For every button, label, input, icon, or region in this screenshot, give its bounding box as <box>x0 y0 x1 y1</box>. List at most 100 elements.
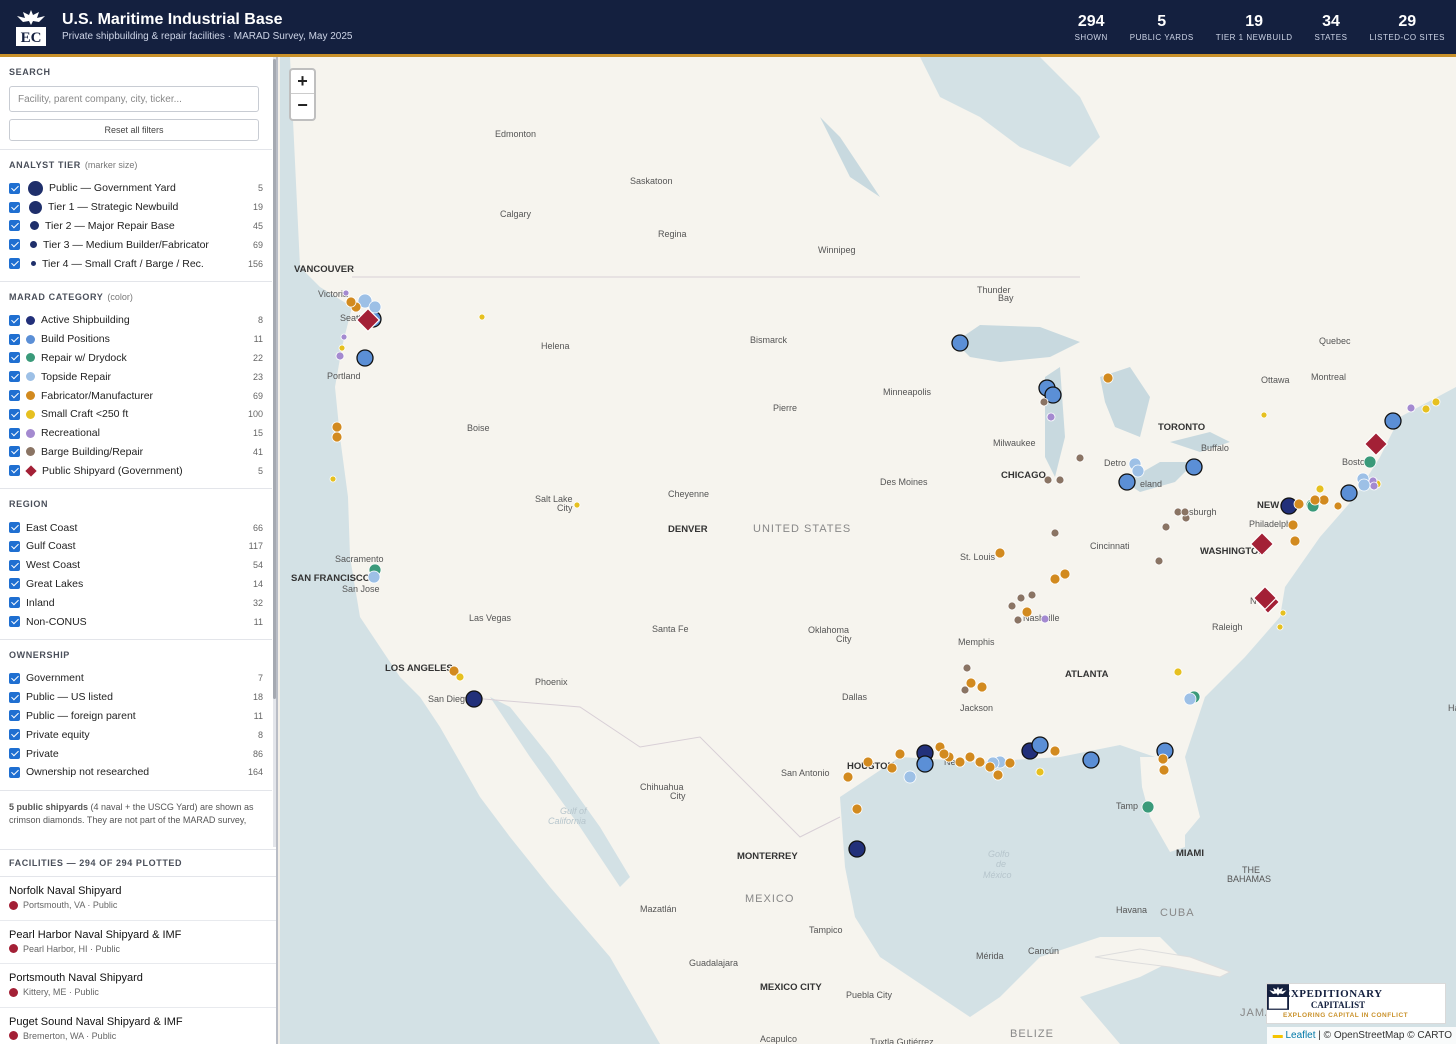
facility-marker[interactable] <box>1357 478 1371 492</box>
facility-marker[interactable] <box>984 761 996 773</box>
cat-filter-item[interactable]: Build Positions 11 <box>9 330 263 349</box>
checkbox-checked-icon[interactable] <box>9 597 20 609</box>
facility-list-item[interactable]: Norfolk Naval Shipyard Portsmouth, VA · P… <box>0 877 276 921</box>
cat-filter-item[interactable]: Recreational 15 <box>9 424 263 443</box>
facility-marker[interactable] <box>994 547 1006 559</box>
tier-filter-tier4[interactable]: Tier 4 — Small Craft / Barge / Rec. 156 <box>9 254 263 273</box>
facility-marker[interactable] <box>1289 535 1301 547</box>
checkbox-checked-icon[interactable] <box>9 691 20 703</box>
facility-marker[interactable] <box>1004 757 1016 769</box>
sidebar-scrollbar-thumb[interactable] <box>273 59 276 699</box>
tier-filter-public[interactable]: Public — Government Yard 5 <box>9 179 263 198</box>
facility-marker[interactable] <box>573 501 581 509</box>
cat-filter-item[interactable]: Barge Building/Repair 41 <box>9 443 263 462</box>
region-filter-item[interactable]: Inland 32 <box>9 593 263 612</box>
facility-marker[interactable] <box>329 475 337 483</box>
facility-marker[interactable] <box>916 755 934 773</box>
facility-marker[interactable] <box>1131 464 1145 478</box>
own-filter-item[interactable]: Private 86 <box>9 744 263 763</box>
facility-marker[interactable] <box>1180 507 1190 517</box>
facility-marker[interactable] <box>974 756 986 768</box>
facility-marker[interactable] <box>1102 372 1114 384</box>
facility-marker[interactable] <box>1046 412 1056 422</box>
facility-marker[interactable] <box>331 421 343 433</box>
facility-marker[interactable] <box>1276 623 1284 631</box>
facility-marker[interactable] <box>1043 475 1053 485</box>
own-filter-item[interactable]: Ownership not researched 164 <box>9 763 263 782</box>
cat-filter-item[interactable]: Repair w/ Drydock 22 <box>9 349 263 368</box>
facility-marker[interactable] <box>335 351 345 361</box>
facility-marker[interactable] <box>1260 411 1268 419</box>
cat-filter-item[interactable]: Public Shipyard (Government) 5 <box>9 461 263 480</box>
facility-marker[interactable] <box>1118 473 1136 491</box>
checkbox-checked-icon[interactable] <box>9 371 20 383</box>
region-filter-item[interactable]: Non-CONUS 11 <box>9 612 263 631</box>
facility-marker[interactable] <box>1049 745 1061 757</box>
checkbox-checked-icon[interactable] <box>9 540 20 552</box>
facility-marker[interactable] <box>1027 590 1037 600</box>
search-input[interactable] <box>9 86 259 112</box>
facility-marker[interactable] <box>1293 498 1305 510</box>
facility-marker[interactable] <box>342 289 350 297</box>
checkbox-checked-icon[interactable] <box>9 710 20 722</box>
facility-marker[interactable] <box>862 756 874 768</box>
facility-marker[interactable] <box>1309 494 1321 506</box>
facility-marker[interactable] <box>894 748 906 760</box>
facility-marker[interactable] <box>992 769 1004 781</box>
facility-marker[interactable] <box>1158 764 1170 776</box>
own-filter-item[interactable]: Public — US listed 18 <box>9 688 263 707</box>
region-filter-item[interactable]: Gulf Coast 117 <box>9 537 263 556</box>
checkbox-checked-icon[interactable] <box>9 239 20 251</box>
facility-marker[interactable] <box>1082 751 1100 769</box>
checkbox-checked-icon[interactable] <box>9 314 20 326</box>
facility-marker[interactable] <box>1013 615 1023 625</box>
facility-marker[interactable] <box>848 840 866 858</box>
own-filter-item[interactable]: Private equity 8 <box>9 725 263 744</box>
tier-filter-tier3[interactable]: Tier 3 — Medium Builder/Fabricator 69 <box>9 235 263 254</box>
facility-marker[interactable] <box>1049 573 1061 585</box>
facility-marker[interactable] <box>356 349 374 367</box>
facility-marker[interactable] <box>964 751 976 763</box>
facility-marker[interactable] <box>340 333 348 341</box>
checkbox-checked-icon[interactable] <box>9 578 20 590</box>
facility-marker[interactable] <box>1279 609 1287 617</box>
tier-filter-tier1[interactable]: Tier 1 — Strategic Newbuild 19 <box>9 198 263 217</box>
checkbox-checked-icon[interactable] <box>9 522 20 534</box>
checkbox-checked-icon[interactable] <box>9 766 20 778</box>
checkbox-checked-icon[interactable] <box>9 616 20 628</box>
cat-filter-item[interactable]: Fabricator/Manufacturer 69 <box>9 386 263 405</box>
facility-marker[interactable] <box>1173 667 1183 677</box>
facility-marker[interactable] <box>976 681 988 693</box>
facility-marker[interactable] <box>851 803 863 815</box>
facility-marker[interactable] <box>1154 556 1164 566</box>
facility-marker[interactable] <box>367 570 381 584</box>
filter-panel[interactable]: SEARCH Reset all filters ANALYST TIER(ma… <box>0 57 272 849</box>
facility-marker[interactable] <box>1185 458 1203 476</box>
facility-marker[interactable] <box>1059 568 1071 580</box>
facility-marker[interactable] <box>954 756 966 768</box>
region-filter-item[interactable]: East Coast 66 <box>9 518 263 537</box>
facility-marker[interactable] <box>1369 481 1379 491</box>
map-canvas[interactable]: Edmonton Saskatoon Calgary Regina Winnipeg VA… <box>280 57 1456 1044</box>
facility-marker[interactable] <box>1040 614 1050 624</box>
facility-marker[interactable] <box>1384 412 1402 430</box>
facility-marker[interactable] <box>1161 522 1171 532</box>
region-filter-item[interactable]: Great Lakes 14 <box>9 575 263 594</box>
facility-marker[interactable] <box>962 663 972 673</box>
facility-marker[interactable] <box>331 431 343 443</box>
facility-marker[interactable] <box>1021 606 1033 618</box>
facility-marker[interactable] <box>1039 397 1049 407</box>
facility-marker[interactable] <box>1183 692 1197 706</box>
facility-marker[interactable] <box>1318 494 1330 506</box>
checkbox-checked-icon[interactable] <box>9 408 20 420</box>
checkbox-checked-icon[interactable] <box>9 201 20 213</box>
facility-marker[interactable] <box>960 685 970 695</box>
facility-marker[interactable] <box>1031 736 1049 754</box>
tier-filter-tier2[interactable]: Tier 2 — Major Repair Base 45 <box>9 217 263 236</box>
facility-list-item[interactable]: Puget Sound Naval Shipyard & IMF Bremerto… <box>0 1008 276 1044</box>
checkbox-checked-icon[interactable] <box>9 182 20 194</box>
facility-marker[interactable] <box>1363 455 1377 469</box>
facility-marker[interactable] <box>842 771 854 783</box>
checkbox-checked-icon[interactable] <box>9 672 20 684</box>
facility-marker[interactable] <box>1007 601 1017 611</box>
